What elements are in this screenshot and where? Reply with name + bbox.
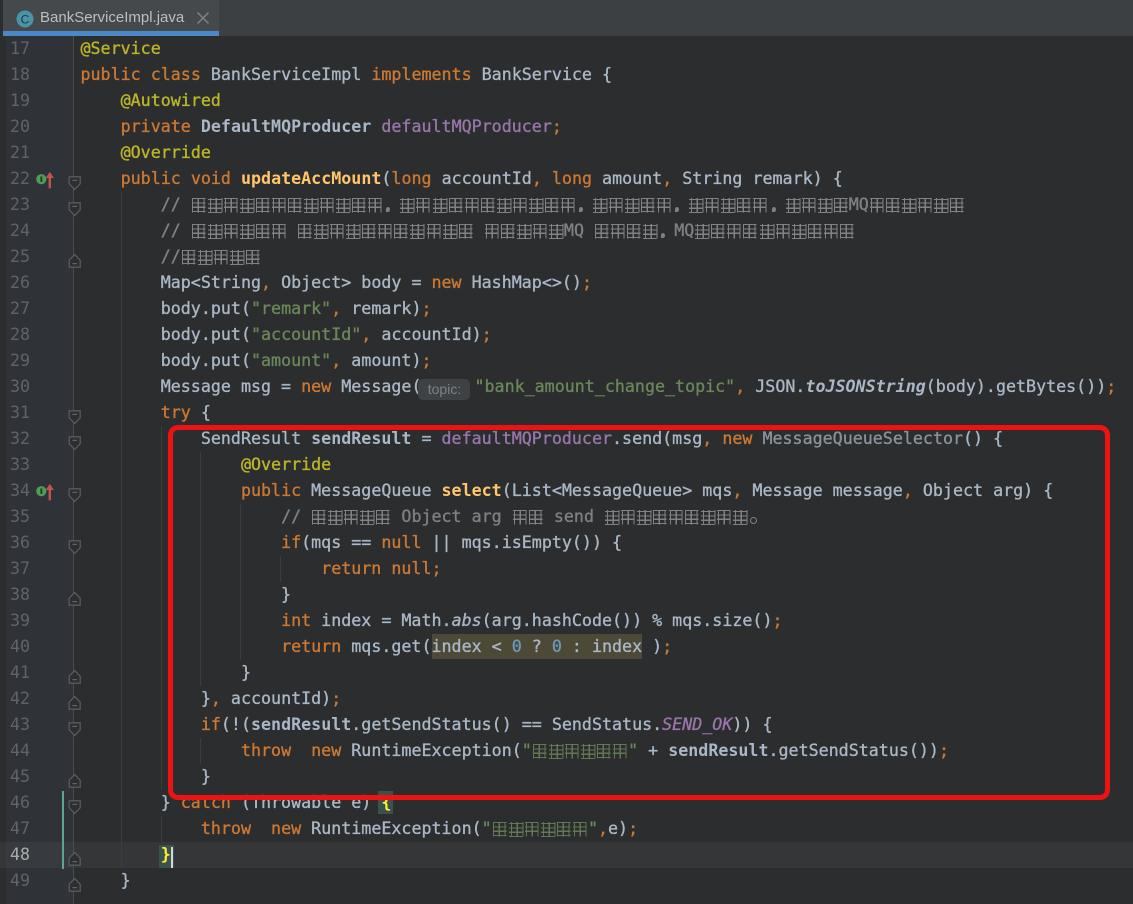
svg-text:C: C bbox=[21, 13, 30, 27]
